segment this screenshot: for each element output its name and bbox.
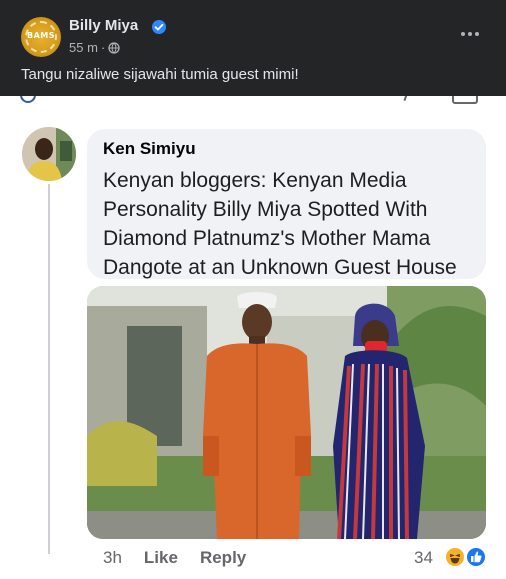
reaction-count: 34	[414, 548, 433, 567]
author-avatar[interactable]: BAMS	[21, 17, 61, 57]
globe-icon[interactable]	[108, 41, 120, 54]
more-dot	[461, 32, 465, 36]
cropped-avatar-remnant	[20, 96, 36, 103]
meta-separator: ·	[100, 40, 106, 55]
post-caption: Tangu nizaliwe sijawahi tumia guest mimi…	[21, 66, 299, 83]
comment-bubble: Ken Simiyu Kenyan bloggers: Kenyan Media…	[87, 129, 486, 279]
cropped-icon-remnant	[397, 96, 411, 101]
like-reaction-icon	[465, 546, 487, 568]
haha-reaction-icon	[444, 546, 466, 568]
thread-line	[48, 184, 50, 554]
commenter-avatar	[22, 127, 76, 181]
post-header: BAMS Billy Miya 55 m · Tangu nizaliwe si…	[0, 0, 506, 96]
cropped-toolbar-remnant	[0, 96, 506, 106]
shared-screenshot-image[interactable]: Ken Simiyu Kenyan bloggers: Kenyan Media…	[0, 96, 506, 579]
reply-link: Reply	[199, 548, 247, 567]
verified-badge-icon	[152, 20, 166, 34]
more-options-icon[interactable]	[455, 22, 485, 46]
comment-photo	[87, 286, 486, 539]
comment-time: 3h	[103, 548, 122, 567]
comment-text: Kenyan bloggers: Kenyan Media Personalit…	[103, 169, 457, 279]
post-time[interactable]: 55 m	[69, 40, 98, 55]
comment-actions: 3h Like Reply	[103, 548, 246, 568]
author-name[interactable]: Billy Miya	[69, 17, 138, 34]
commenter-name: Ken Simiyu	[103, 139, 196, 158]
post-meta: 55 m ·	[69, 40, 120, 55]
like-link: Like	[143, 548, 178, 567]
cropped-icon-remnant	[452, 96, 478, 104]
avatar-logo-text: BAMS	[26, 31, 55, 40]
more-dot	[475, 32, 479, 36]
more-dot	[468, 32, 472, 36]
